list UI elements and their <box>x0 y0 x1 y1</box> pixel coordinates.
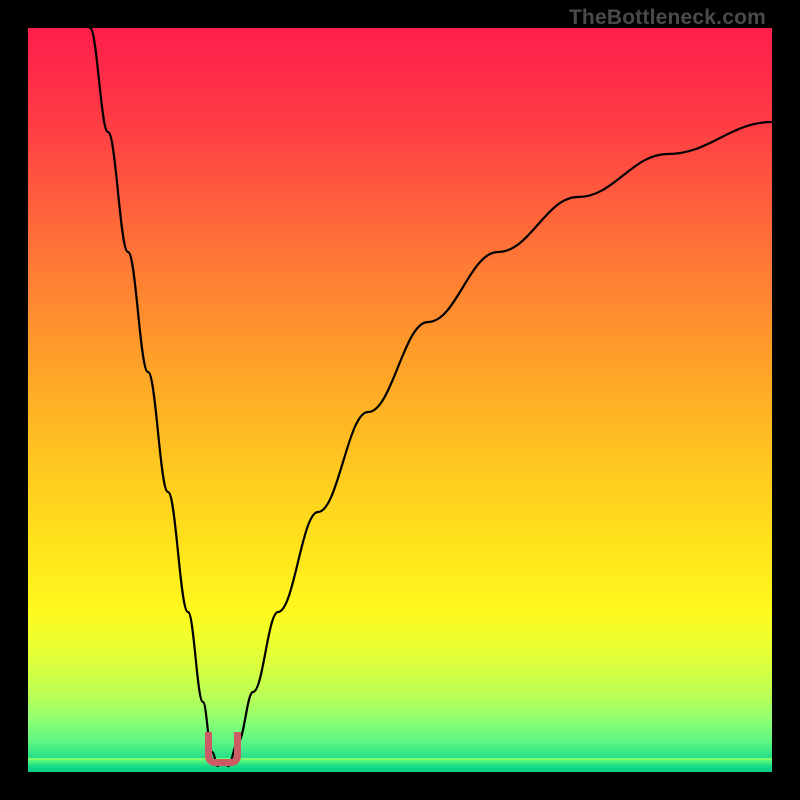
plot-area <box>28 28 772 772</box>
watermark-text: TheBottleneck.com <box>569 6 766 30</box>
minimum-marker <box>205 732 241 766</box>
chart-frame: TheBottleneck.com <box>0 0 800 800</box>
bottleneck-curve <box>28 28 772 772</box>
